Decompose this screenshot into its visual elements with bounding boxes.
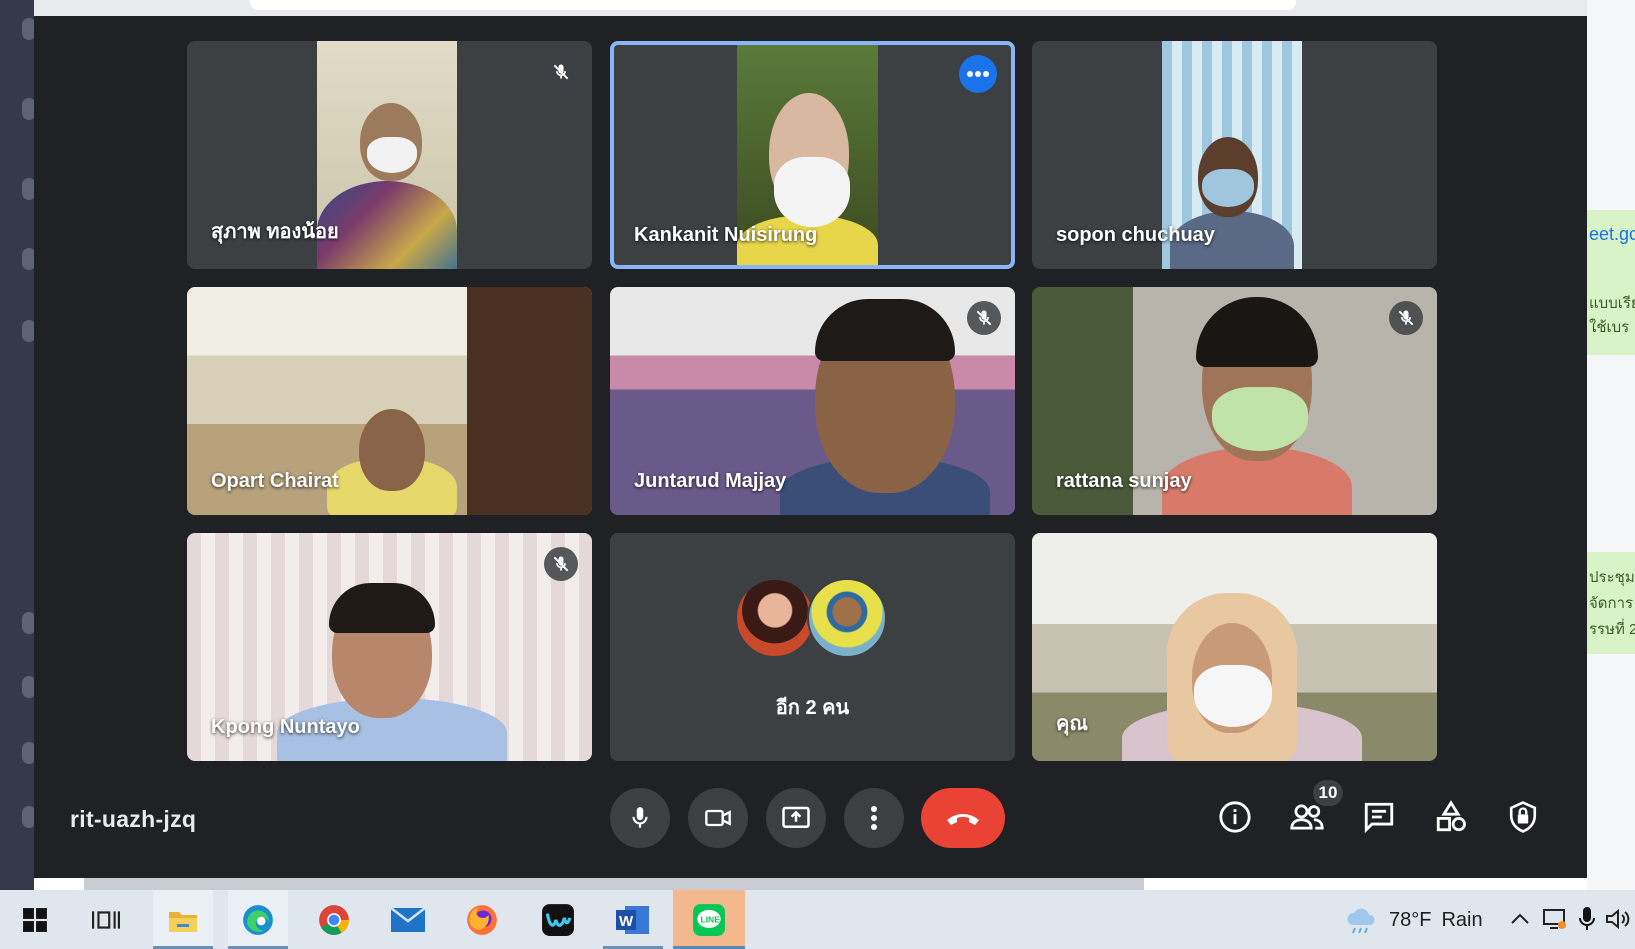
participant-name: สุภาพ ทองน้อย bbox=[211, 221, 339, 243]
participant-tile[interactable]: sopon chuchuay bbox=[1032, 41, 1437, 269]
background-link: eet.gc bbox=[1589, 224, 1635, 244]
chat-icon bbox=[1364, 802, 1394, 834]
camera-button[interactable] bbox=[688, 788, 748, 848]
present-now-button[interactable] bbox=[766, 788, 826, 848]
rain-cloud-icon bbox=[1347, 908, 1375, 934]
windows-taskbar: W LINE 78°F Rain bbox=[0, 890, 1635, 949]
participant-avatar bbox=[807, 578, 887, 658]
more-options-menu-button[interactable] bbox=[844, 788, 904, 848]
background-window-left bbox=[0, 0, 36, 890]
participant-tile-self[interactable]: คุณ bbox=[1032, 533, 1437, 761]
mail-button[interactable] bbox=[378, 890, 438, 949]
host-controls-icon bbox=[1509, 801, 1537, 833]
weather-widget[interactable]: 78°F Rain bbox=[1345, 905, 1483, 935]
microphone-tray-icon bbox=[1579, 907, 1595, 930]
participant-tile[interactable]: Kpong Nuntayo bbox=[187, 533, 592, 761]
chrome-button[interactable] bbox=[304, 890, 364, 949]
people-icon bbox=[1290, 804, 1324, 830]
participant-name: Kankanit Nuisirung bbox=[634, 224, 818, 246]
svg-text:W: W bbox=[619, 913, 634, 930]
windows-start-icon bbox=[23, 907, 47, 932]
meet-window: สุภาพ ทองน้อย Kankanit Nuisirung sopon c… bbox=[34, 0, 1587, 878]
more-vert-icon bbox=[871, 806, 877, 830]
edge-browser-button[interactable] bbox=[228, 890, 288, 949]
meeting-code: rit-uazh-jzq bbox=[70, 806, 197, 832]
activities-icon bbox=[1436, 800, 1466, 832]
start-button[interactable] bbox=[5, 890, 65, 949]
word-icon: W bbox=[616, 905, 649, 934]
meeting-details-button[interactable] bbox=[1210, 792, 1260, 842]
participant-name: sopon chuchuay bbox=[1056, 224, 1215, 246]
file-explorer-icon bbox=[169, 911, 197, 932]
weather-condition: Rain bbox=[1441, 908, 1483, 931]
call-end-icon bbox=[947, 814, 979, 825]
weather-temperature: 78°F bbox=[1389, 908, 1432, 931]
chevron-up-icon bbox=[1511, 913, 1529, 924]
muted-mic-icon bbox=[544, 547, 578, 581]
browser-top-strip bbox=[34, 0, 1587, 16]
word-button[interactable]: W bbox=[603, 890, 663, 949]
chat-button[interactable] bbox=[1354, 792, 1404, 842]
participant-tile[interactable]: rattana sunjay bbox=[1032, 287, 1437, 515]
muted-mic-icon bbox=[544, 55, 578, 89]
participant-name: คุณ bbox=[1056, 713, 1088, 735]
info-icon bbox=[1219, 801, 1251, 833]
muted-mic-icon bbox=[1389, 301, 1423, 335]
microphone-icon bbox=[632, 807, 648, 828]
line-app-button[interactable]: LINE bbox=[673, 890, 745, 949]
participant-tile[interactable]: สุภาพ ทองน้อย bbox=[187, 41, 592, 269]
muted-mic-icon bbox=[967, 301, 1001, 335]
microphone-button[interactable] bbox=[610, 788, 670, 848]
present-screen-icon bbox=[782, 806, 810, 828]
line-icon: LINE bbox=[693, 903, 725, 936]
mail-icon bbox=[390, 906, 426, 932]
participant-name: Juntarud Majjay bbox=[634, 470, 787, 492]
participant-avatar bbox=[735, 578, 815, 658]
participant-tile[interactable]: Juntarud Majjay bbox=[610, 287, 1015, 515]
host-controls-button[interactable] bbox=[1498, 792, 1548, 842]
task-view-icon bbox=[92, 910, 120, 929]
participant-name: rattana sunjay bbox=[1056, 470, 1192, 492]
address-bar[interactable] bbox=[250, 0, 1296, 10]
video-camera-icon bbox=[705, 809, 731, 827]
participant-name: Opart Chairat bbox=[211, 470, 339, 492]
participant-name: Kpong Nuntayo bbox=[211, 716, 360, 738]
participant-count-badge: 10 bbox=[1313, 780, 1343, 806]
display-tray-button[interactable] bbox=[1540, 904, 1570, 934]
activities-button[interactable] bbox=[1426, 792, 1476, 842]
microphone-tray-button[interactable] bbox=[1572, 904, 1602, 934]
participant-tile[interactable]: Opart Chairat bbox=[187, 287, 592, 515]
background-window-bottom bbox=[34, 878, 1587, 890]
leave-call-button[interactable] bbox=[921, 788, 1005, 848]
webex-icon bbox=[542, 903, 574, 936]
webex-button[interactable] bbox=[528, 890, 588, 949]
others-label: อีก 2 คน bbox=[775, 697, 850, 719]
svg-text:LINE: LINE bbox=[701, 914, 721, 924]
others-tile[interactable]: อีก 2 คน bbox=[610, 533, 1015, 761]
more-options-button[interactable] bbox=[959, 55, 997, 93]
edge-icon bbox=[243, 904, 273, 935]
background-window-right: eet.gc แบบเรีย ใช้เบร ประชุม จัดการ รรษท… bbox=[1587, 0, 1635, 890]
volume-icon bbox=[1606, 908, 1630, 930]
meeting-controls-bar: rit-uazh-jzq 10 bbox=[34, 770, 1587, 870]
display-icon bbox=[1543, 909, 1566, 929]
chrome-icon bbox=[319, 904, 349, 935]
file-explorer-button[interactable] bbox=[153, 890, 213, 949]
volume-tray-button[interactable] bbox=[1604, 904, 1632, 934]
participant-tile-active[interactable]: Kankanit Nuisirung bbox=[610, 41, 1015, 269]
firefox-icon bbox=[467, 904, 497, 935]
task-view-button[interactable] bbox=[76, 890, 136, 949]
firefox-button[interactable] bbox=[452, 890, 512, 949]
show-hidden-icons-button[interactable] bbox=[1505, 904, 1535, 934]
